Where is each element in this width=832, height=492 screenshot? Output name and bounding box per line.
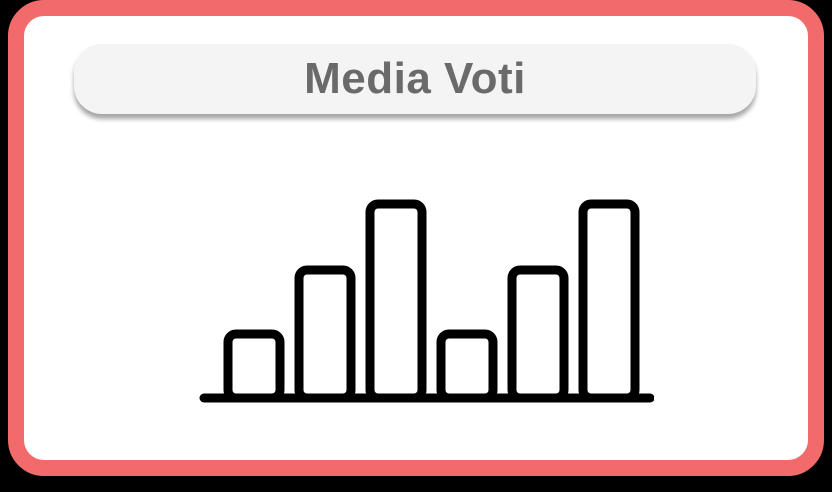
icon-bar (294, 265, 356, 403)
icon-bar (365, 199, 427, 403)
icon-bar (507, 265, 569, 403)
icon-bar (223, 329, 285, 403)
icon-bar (436, 329, 498, 403)
media-voti-button[interactable]: Media Voti (74, 44, 756, 114)
card-title: Media Voti (304, 54, 526, 103)
media-voti-card[interactable]: Media Voti (8, 0, 824, 476)
bar-chart-icon (199, 199, 654, 403)
icon-bar (578, 199, 640, 403)
